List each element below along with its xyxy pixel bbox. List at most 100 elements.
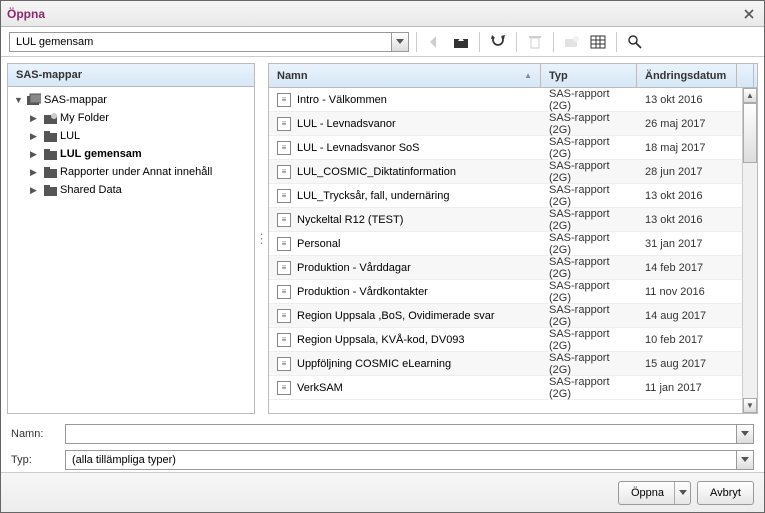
table-row[interactable]: ≡PersonalSAS-rapport (2G)31 jan 2017 [269, 232, 757, 256]
tree-root-label: SAS-mappar [44, 94, 107, 106]
file-name: Intro - Välkommen [297, 94, 387, 106]
path-dropdown-button[interactable] [391, 32, 409, 52]
cell-date: 15 aug 2017 [637, 358, 737, 370]
cell-name: ≡Nyckeltal R12 (TEST) [269, 213, 541, 227]
type-input[interactable] [65, 450, 736, 470]
table-row[interactable]: ≡Produktion - VårddagarSAS-rapport (2G)1… [269, 256, 757, 280]
file-name: LUL_Trycksår, fall, undernäring [297, 190, 449, 202]
report-icon: ≡ [277, 141, 291, 155]
path-selector[interactable] [9, 32, 409, 52]
table-row[interactable]: ≡LUL_COSMIC_DiktatinformationSAS-rapport… [269, 160, 757, 184]
table-row[interactable]: ≡ Region Uppsala ,BoS, Ovidimerade svar SA… [269, 304, 757, 328]
cell-date: 13 okt 2016 [637, 190, 737, 202]
cell-date: 11 jan 2017 [637, 382, 737, 394]
tree-item-label: LUL [60, 130, 80, 142]
report-icon: ≡ [277, 189, 291, 203]
scroll-track[interactable] [743, 163, 757, 398]
tree-item-lul[interactable]: ▶ LUL [10, 127, 252, 145]
column-header-date[interactable]: Ändringsdatum [637, 64, 737, 87]
report-icon: ≡ [277, 285, 291, 299]
close-button[interactable] [740, 5, 758, 23]
tree-item-shared-data[interactable]: ▶ Shared Data [10, 181, 252, 199]
table-row[interactable]: ≡Intro - VälkommenSAS-rapport (2G)13 okt… [269, 88, 757, 112]
list-body: ≡Intro - VälkommenSAS-rapport (2G)13 okt… [269, 88, 757, 413]
column-header-type[interactable]: Typ [541, 64, 637, 87]
folder-icon [43, 147, 57, 161]
report-icon: ≡ [277, 309, 291, 323]
twisty-closed-icon: ▶ [30, 113, 40, 124]
cell-name: ≡Region Uppsala, KVÅ-kod, DV093 [269, 333, 541, 347]
file-name: VerkSAM [297, 382, 343, 394]
cell-type: SAS-rapport (2G) [541, 112, 637, 136]
search-button[interactable] [624, 31, 646, 53]
table-row[interactable]: ≡Uppföljning COSMIC eLearningSAS-rapport… [269, 352, 757, 376]
delete-button[interactable] [524, 31, 546, 53]
cell-name: ≡ Region Uppsala ,BoS, Ovidimerade svar [269, 309, 541, 323]
table-row[interactable]: ≡Region Uppsala, KVÅ-kod, DV093SAS-rappo… [269, 328, 757, 352]
name-dropdown-button[interactable] [736, 424, 754, 444]
folder-stack-icon [27, 93, 41, 107]
table-row[interactable]: ≡LUL_Trycksår, fall, undernäringSAS-rapp… [269, 184, 757, 208]
type-combo[interactable] [65, 450, 754, 470]
tree-item-my-folder[interactable]: ▶ My Folder [10, 109, 252, 127]
name-input[interactable] [65, 424, 736, 444]
tree-item-rapporter[interactable]: ▶ Rapporter under Annat innehåll [10, 163, 252, 181]
cell-date: 26 maj 2017 [637, 118, 737, 130]
folder-icon [43, 129, 57, 143]
file-name: LUL_COSMIC_Diktatinformation [297, 166, 456, 178]
scroll-thumb[interactable] [743, 103, 757, 163]
column-header-name[interactable]: Namn ▲ [269, 64, 541, 87]
report-icon: ≡ [277, 381, 291, 395]
twisty-closed-icon: ▶ [30, 149, 40, 160]
table-row[interactable]: ≡VerkSAMSAS-rapport (2G)11 jan 2017 [269, 376, 757, 400]
table-row[interactable]: ≡LUL - Levnadsvanor SoSSAS-rapport (2G)1… [269, 136, 757, 160]
splitter[interactable] [259, 63, 264, 414]
file-name: LUL - Levnadsvanor SoS [297, 142, 420, 154]
back-button[interactable] [424, 31, 446, 53]
chevron-down-icon [396, 39, 404, 45]
report-icon: ≡ [277, 213, 291, 227]
cell-name: ≡ LUL_Trycksår, fall, undernäring [269, 189, 541, 203]
cancel-button[interactable]: Avbryt [697, 481, 754, 505]
cell-type: SAS-rapport (2G) [541, 352, 637, 376]
trash-icon [529, 35, 541, 49]
cell-type: SAS-rapport (2G) [541, 256, 637, 280]
vertical-scrollbar[interactable]: ▲ ▼ [742, 88, 757, 413]
open-button[interactable]: Öppna [618, 481, 691, 505]
file-name: Region Uppsala ,BoS, Ovidimerade svar [297, 310, 494, 322]
name-combo[interactable] [65, 424, 754, 444]
up-button[interactable] [450, 31, 472, 53]
cell-type: SAS-rapport (2G) [541, 208, 637, 232]
separator [479, 32, 480, 52]
tree-item-lul-gemensam[interactable]: ▶ LUL gemensam [10, 145, 252, 163]
file-list-panel: Namn ▲ Typ Ändringsdatum ≡ Intro - Välkom… [268, 63, 758, 414]
name-row: Namn: [11, 424, 754, 444]
path-input[interactable] [9, 32, 391, 52]
new-folder-button[interactable] [561, 31, 583, 53]
list-header: Namn ▲ Typ Ändringsdatum [269, 64, 757, 88]
refresh-button[interactable] [487, 31, 509, 53]
tree-root[interactable]: ▼ SAS-mappar [10, 91, 252, 109]
cell-name: ≡ LUL - Levnadsvanor SoS [269, 141, 541, 155]
search-icon [628, 35, 642, 49]
report-icon: ≡ [277, 93, 291, 107]
cell-type: SAS-rapport (2G) [541, 304, 637, 328]
type-label: Typ: [11, 454, 59, 466]
table-row[interactable]: ≡Produktion - VårdkontakterSAS-rapport (… [269, 280, 757, 304]
type-dropdown-button[interactable] [736, 450, 754, 470]
close-icon [744, 9, 754, 19]
scroll-up-button[interactable]: ▲ [743, 88, 757, 103]
view-button[interactable] [587, 31, 609, 53]
cell-name: ≡Uppföljning COSMIC eLearning [269, 357, 541, 371]
file-name: Produktion - Vårdkontakter [297, 286, 428, 298]
scroll-down-button[interactable]: ▼ [743, 398, 757, 413]
table-row[interactable]: ≡LUL - LevnadsvanorSAS-rapport (2G)26 ma… [269, 112, 757, 136]
table-row[interactable]: ≡Nyckeltal R12 (TEST)SAS-rapport (2G)13 … [269, 208, 757, 232]
cell-name: ≡LUL_COSMIC_Diktatinformation [269, 165, 541, 179]
open-split-button[interactable] [674, 482, 690, 504]
folder-up-icon [453, 35, 469, 49]
tree-item-label: Shared Data [60, 184, 122, 196]
type-row: Typ: [11, 450, 754, 470]
tree-item-label: Rapporter under Annat innehåll [60, 166, 212, 178]
tree-body: ▼ SAS-mappar ▶ My Folder ▶ LUL [8, 87, 254, 413]
